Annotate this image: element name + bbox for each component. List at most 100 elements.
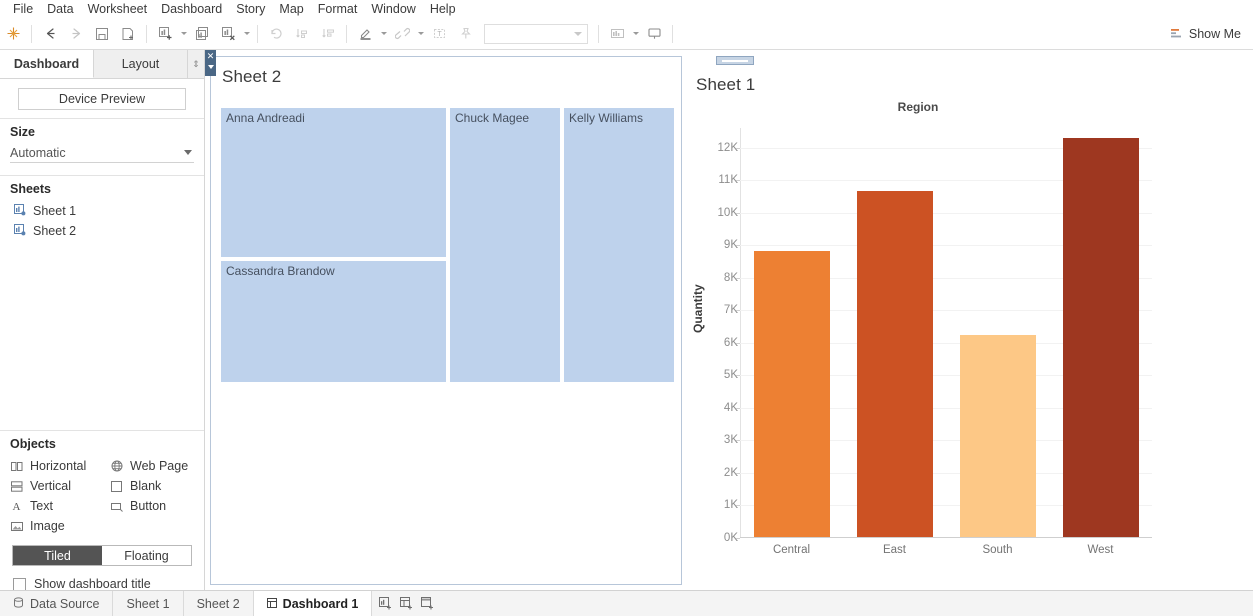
sort-ascending-icon[interactable] (289, 21, 315, 47)
sort-descending-icon[interactable] (315, 21, 341, 47)
y-axis-tick-label: 5K (698, 369, 738, 381)
show-dashboard-title-row[interactable]: Show dashboard title (13, 577, 204, 591)
bar-south[interactable] (960, 335, 1036, 537)
show-dashboard-title-label: Show dashboard title (34, 577, 151, 591)
back-arrow-icon[interactable] (37, 21, 63, 47)
y-axis-tick-label: 11K (698, 174, 738, 186)
new-dashboard-icon[interactable] (397, 594, 416, 613)
forward-arrow-icon[interactable] (63, 21, 89, 47)
label-icon[interactable]: T (426, 21, 452, 47)
fit-selector[interactable] (484, 24, 588, 44)
object-button[interactable]: Button (110, 496, 210, 516)
sidebar-tabs: Dashboard Layout ⇕ (0, 50, 204, 79)
menu-item-worksheet[interactable]: Worksheet (81, 0, 155, 18)
object-label: Vertical (30, 479, 71, 493)
size-select[interactable]: Automatic (10, 143, 194, 163)
dashboard-zone-sheet-1[interactable]: Sheet 1 Region Quantity 0K1K2K3K4K5K6K7K… (685, 56, 1251, 585)
save-icon[interactable] (89, 21, 115, 47)
menu-item-format[interactable]: Format (311, 0, 365, 18)
object-blank[interactable]: Blank (110, 476, 210, 496)
bar-east[interactable] (857, 191, 933, 537)
layout-mode-toggle: Tiled Floating (12, 545, 192, 566)
status-bar: Data Source Sheet 1 Sheet 2 Dashboard 1 (0, 590, 1253, 616)
layout-mode-tiled[interactable]: Tiled (13, 546, 102, 565)
object-horizontal[interactable]: Horizontal (10, 456, 110, 476)
clear-sheet-dropdown-icon[interactable] (241, 21, 252, 47)
worksheet-tab-sheet-1[interactable]: Sheet 1 (113, 591, 183, 616)
zone-selection-handle: ✕ (205, 50, 216, 76)
toolbar: T Sh (0, 18, 1253, 50)
zone-grab-handle[interactable] (716, 56, 754, 65)
layout-mode-floating[interactable]: Floating (102, 546, 191, 565)
new-worksheet-icon[interactable] (152, 21, 178, 47)
y-axis-tick-label: 2K (698, 467, 738, 479)
treemap-cell-kelly-williams[interactable]: Kelly Williams (563, 107, 675, 383)
show-cards-dropdown-icon[interactable] (630, 21, 641, 47)
data-source-label: Data Source (30, 597, 99, 611)
menu-item-help[interactable]: Help (423, 0, 463, 18)
treemap-cell-label: Cassandra Brandow (226, 264, 335, 278)
bar-central[interactable] (754, 251, 830, 537)
y-axis-tick-label: 1K (698, 499, 738, 511)
y-axis-tick-mark (736, 245, 740, 246)
menu-item-data[interactable]: Data (40, 0, 80, 18)
object-image[interactable]: Image (10, 516, 110, 536)
y-axis-tick-label: 12K (698, 142, 738, 154)
object-text[interactable]: A Text (10, 496, 110, 516)
worksheet-tab-sheet-2[interactable]: Sheet 2 (184, 591, 254, 616)
sidebar-sheet-item-sheet-2[interactable]: Sheet 2 (14, 221, 204, 241)
y-axis-tick-mark (736, 505, 740, 506)
show-me-icon (1169, 26, 1183, 43)
new-story-icon[interactable] (418, 594, 437, 613)
image-icon (10, 521, 23, 532)
show-dashboard-title-checkbox[interactable] (13, 578, 26, 591)
group-icon[interactable] (389, 21, 415, 47)
button-icon (110, 501, 123, 512)
sidebar-sheet-item-sheet-1[interactable]: Sheet 1 (14, 201, 204, 221)
y-axis-tick-mark (736, 310, 740, 311)
object-vertical[interactable]: Vertical (10, 476, 110, 496)
menu-item-window[interactable]: Window (364, 0, 422, 18)
close-icon[interactable]: ✕ (207, 51, 215, 61)
data-source-icon (13, 597, 24, 611)
new-data-source-icon[interactable] (115, 21, 141, 47)
dashboard-zone-sheet-2[interactable]: ✕ Sheet 2 Anna Andreadi Cassandra Brando… (210, 56, 682, 585)
show-me-button[interactable]: Show Me (1165, 18, 1245, 50)
menu-item-file[interactable]: File (6, 0, 40, 18)
chevron-down-icon (184, 150, 192, 155)
object-label: Button (130, 499, 166, 513)
highlight-dropdown-icon[interactable] (378, 21, 389, 47)
device-preview-button[interactable]: Device Preview (18, 88, 186, 110)
treemap-cell-cassandra-brandow[interactable]: Cassandra Brandow (220, 260, 447, 383)
highlight-icon[interactable] (352, 21, 378, 47)
clear-sheet-icon[interactable] (215, 21, 241, 47)
menu-item-story[interactable]: Story (229, 0, 272, 18)
sheets-list: Sheet 1 Sheet 2 (0, 198, 204, 241)
menu-item-dashboard[interactable]: Dashboard (154, 0, 229, 18)
undo-icon[interactable] (263, 21, 289, 47)
size-section-title: Size (0, 125, 204, 141)
bar-west[interactable] (1063, 138, 1139, 537)
sidebar-collapse-icon[interactable]: ⇕ (188, 50, 204, 78)
presentation-mode-icon[interactable] (641, 21, 667, 47)
show-cards-icon[interactable] (604, 21, 630, 47)
treemap-cell-chuck-magee[interactable]: Chuck Magee (449, 107, 561, 383)
y-axis-tick-mark (736, 278, 740, 279)
tab-dashboard[interactable]: Dashboard (0, 50, 94, 78)
dashboard-tab-dashboard-1[interactable]: Dashboard 1 (254, 591, 373, 616)
treemap-cell-anna-andreadi[interactable]: Anna Andreadi (220, 107, 447, 258)
y-axis-tick-mark (736, 180, 740, 181)
y-axis-tick-mark (736, 408, 740, 409)
pin-icon[interactable] (452, 21, 478, 47)
new-worksheet-dropdown-icon[interactable] (178, 21, 189, 47)
menu-item-map[interactable]: Map (272, 0, 310, 18)
y-axis-tick-mark (736, 538, 740, 539)
object-web-page[interactable]: Web Page (110, 456, 210, 476)
group-dropdown-icon[interactable] (415, 21, 426, 47)
tableau-logo-icon[interactable] (0, 21, 26, 47)
tab-layout[interactable]: Layout (94, 50, 188, 78)
chevron-down-icon[interactable] (208, 65, 214, 69)
new-worksheet-icon[interactable] (376, 594, 395, 613)
data-source-tab[interactable]: Data Source (0, 591, 113, 616)
duplicate-sheet-icon[interactable] (189, 21, 215, 47)
